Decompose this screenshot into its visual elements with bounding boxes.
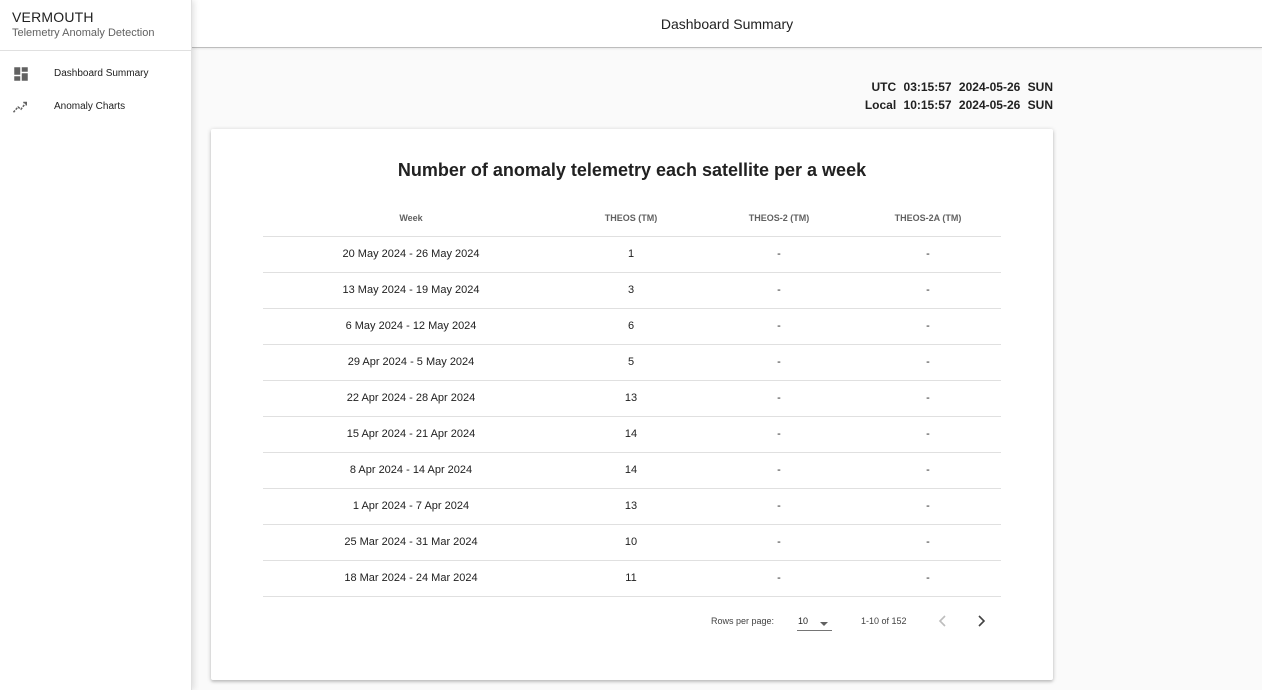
local-time: 10:15:57: [903, 98, 952, 112]
utc-clock: UTC 03:15:57 2024-05-26 SUN: [872, 80, 1053, 94]
week-cell: 22 Apr 2024 - 28 Apr 2024: [263, 380, 559, 417]
theos-count-cell: 6: [559, 308, 703, 345]
table-row: 22 Apr 2024 - 28 Apr 2024 13 - -: [263, 380, 1001, 417]
theos-2a-count-cell: -: [855, 416, 1001, 453]
column-header-theos-2[interactable]: THEOS-2 (TM): [703, 200, 855, 237]
theos-count-cell: 13: [559, 488, 703, 525]
anomaly-summary-card: Number of anomaly telemetry each satelli…: [211, 129, 1053, 680]
table-container: Week THEOS (TM) THEOS-2 (TM) THEOS-2A (T…: [263, 200, 1001, 597]
sidebar-item-dashboard-summary[interactable]: Dashboard Summary: [0, 57, 191, 90]
theos-count-cell: 14: [559, 452, 703, 489]
week-cell: 15 Apr 2024 - 21 Apr 2024: [263, 416, 559, 453]
week-cell: 25 Mar 2024 - 31 Mar 2024: [263, 524, 559, 561]
week-cell: 18 Mar 2024 - 24 Mar 2024: [263, 560, 559, 597]
theos-2a-count-cell: -: [855, 488, 1001, 525]
utc-date: 2024-05-26: [958, 80, 1021, 94]
week-cell: 8 Apr 2024 - 14 Apr 2024: [263, 452, 559, 489]
week-cell: 20 May 2024 - 26 May 2024: [263, 236, 559, 273]
app-root: VERMOUTH Telemetry Anomaly Detection Das…: [0, 0, 1262, 690]
theos-2-count-cell: -: [703, 452, 855, 489]
table-row: 6 May 2024 - 12 May 2024 6 - -: [263, 308, 1001, 345]
theos-2a-count-cell: -: [855, 524, 1001, 561]
table-row: 18 Mar 2024 - 24 Mar 2024 11 - -: [263, 560, 1001, 597]
theos-2-count-cell: -: [703, 236, 855, 273]
theos-count-cell: 10: [559, 524, 703, 561]
card-title: Number of anomaly telemetry each satelli…: [397, 160, 867, 180]
theos-2-count-cell: -: [703, 272, 855, 309]
utc-day: SUN: [1027, 80, 1053, 94]
rows-per-page-label: Rows per page:: [711, 616, 775, 626]
theos-count-cell: 1: [559, 236, 703, 273]
local-day: SUN: [1027, 98, 1053, 112]
theos-2a-count-cell: -: [855, 380, 1001, 417]
rows-per-page-value: 10: [798, 616, 809, 626]
rows-per-page-select[interactable]: 10: [797, 611, 832, 631]
caret-down-icon: [819, 616, 829, 626]
anomaly-table: Week THEOS (TM) THEOS-2 (TM) THEOS-2A (T…: [263, 200, 1001, 597]
week-cell: 1 Apr 2024 - 7 Apr 2024: [263, 488, 559, 525]
chevron-left-icon: [938, 615, 946, 627]
table-header-row: Week THEOS (TM) THEOS-2 (TM) THEOS-2A (T…: [263, 200, 1001, 237]
utc-label: UTC: [871, 80, 897, 94]
trending-chart-icon: [12, 98, 30, 116]
theos-2-count-cell: -: [703, 488, 855, 525]
sidebar-item-label: Dashboard Summary: [54, 68, 149, 79]
theos-2-count-cell: -: [703, 416, 855, 453]
theos-count-cell: 3: [559, 272, 703, 309]
theos-count-cell: 11: [559, 560, 703, 597]
table-row: 1 Apr 2024 - 7 Apr 2024 13 - -: [263, 488, 1001, 525]
theos-2-count-cell: -: [703, 308, 855, 345]
table-row: 20 May 2024 - 26 May 2024 1 - -: [263, 236, 1001, 273]
table-row: 13 May 2024 - 19 May 2024 3 - -: [263, 272, 1001, 309]
utc-time: 03:15:57: [903, 80, 952, 94]
dashboard-icon: [12, 65, 30, 83]
week-cell: 13 May 2024 - 19 May 2024: [263, 272, 559, 309]
local-clock: Local 10:15:57 2024-05-26 SUN: [865, 98, 1053, 112]
previous-page-button[interactable]: [933, 611, 953, 631]
app-subtitle: Telemetry Anomaly Detection: [12, 27, 155, 39]
theos-2a-count-cell: -: [855, 236, 1001, 273]
page-title: Dashboard Summary: [660, 15, 794, 32]
theos-2-count-cell: -: [703, 524, 855, 561]
table-row: 15 Apr 2024 - 21 Apr 2024 14 - -: [263, 416, 1001, 453]
week-cell: 29 Apr 2024 - 5 May 2024: [263, 344, 559, 381]
theos-2-count-cell: -: [703, 344, 855, 381]
theos-count-cell: 13: [559, 380, 703, 417]
brand: VERMOUTH Telemetry Anomaly Detection: [0, 0, 191, 51]
theos-2a-count-cell: -: [855, 308, 1001, 345]
theos-count-cell: 14: [559, 416, 703, 453]
column-header-theos[interactable]: THEOS (TM): [559, 200, 703, 237]
theos-2a-count-cell: -: [855, 560, 1001, 597]
sidebar: VERMOUTH Telemetry Anomaly Detection Das…: [0, 0, 192, 690]
theos-2-count-cell: -: [703, 560, 855, 597]
sidebar-item-label: Anomaly Charts: [54, 101, 126, 112]
local-date: 2024-05-26: [958, 98, 1021, 112]
theos-2a-count-cell: -: [855, 272, 1001, 309]
chevron-right-icon: [978, 615, 986, 627]
column-header-week[interactable]: Week: [263, 200, 559, 237]
top-header: Dashboard Summary: [192, 0, 1262, 48]
table-row: 8 Apr 2024 - 14 Apr 2024 14 - -: [263, 452, 1001, 489]
column-header-theos-2a[interactable]: THEOS-2A (TM): [855, 200, 1001, 237]
local-label: Local: [864, 98, 897, 112]
theos-2a-count-cell: -: [855, 344, 1001, 381]
week-cell: 6 May 2024 - 12 May 2024: [263, 308, 559, 345]
next-page-button[interactable]: [971, 611, 991, 631]
pagination-range: 1-10 of 152: [861, 616, 907, 626]
theos-2a-count-cell: -: [855, 452, 1001, 489]
table-row: 29 Apr 2024 - 5 May 2024 5 - -: [263, 344, 1001, 381]
theos-2-count-cell: -: [703, 380, 855, 417]
table-row: 25 Mar 2024 - 31 Mar 2024 10 - -: [263, 524, 1001, 561]
sidebar-item-anomaly-charts[interactable]: Anomaly Charts: [0, 90, 191, 123]
theos-count-cell: 5: [559, 344, 703, 381]
table-pagination: Rows per page: 10 1-10 of 152: [211, 610, 1053, 632]
app-name: VERMOUTH: [12, 9, 94, 25]
